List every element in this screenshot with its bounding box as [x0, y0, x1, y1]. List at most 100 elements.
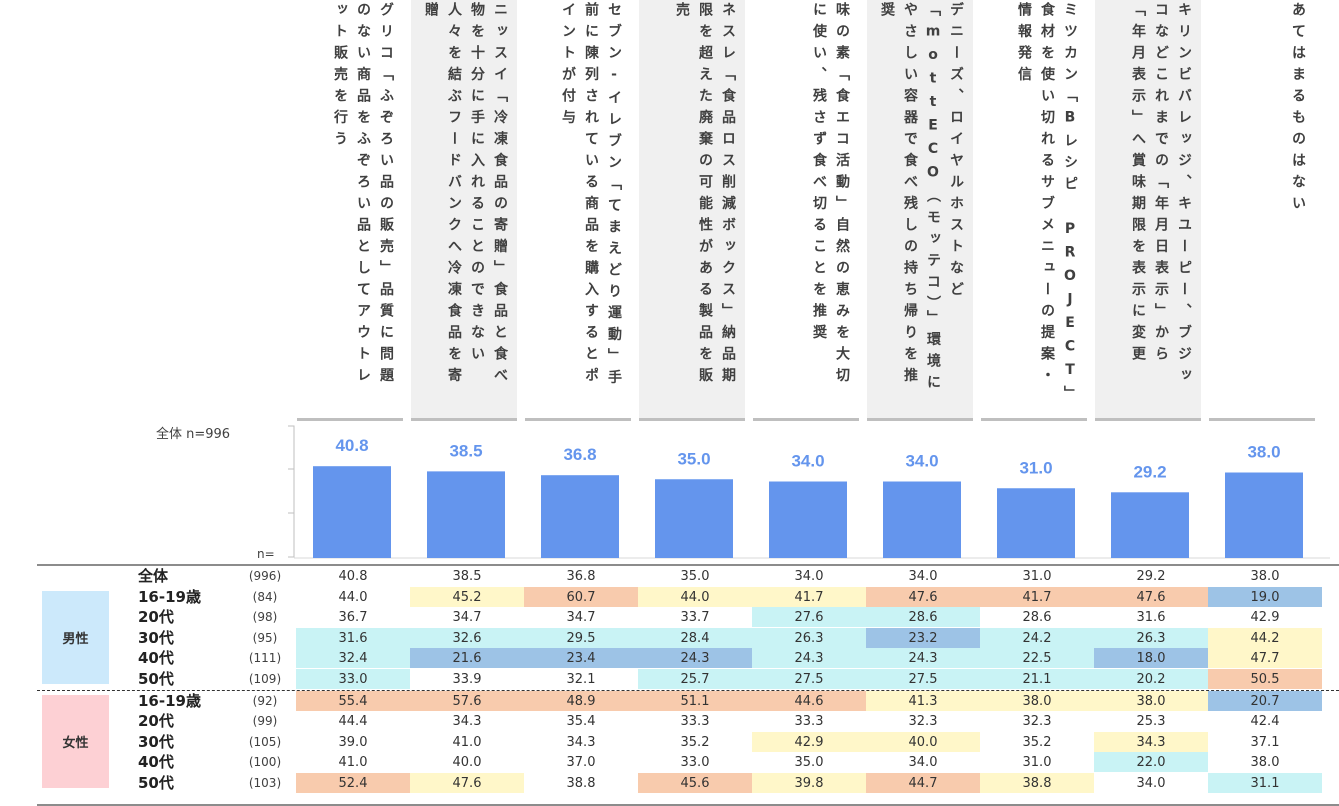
table-cell: 33.7 — [680, 610, 710, 626]
table-cell: 44.7 — [866, 773, 980, 793]
table-cell: 33.3 — [794, 714, 824, 730]
row-label: 50代 — [138, 774, 174, 792]
table-cell: 34.0 — [908, 755, 938, 771]
table-cell: 38.0 — [1250, 755, 1280, 771]
table-cell: 21.6 — [410, 648, 524, 669]
table-cell: 27.5 — [752, 669, 866, 689]
table-cell: 23.2 — [866, 627, 980, 648]
column-header-8: キリンビバレッジ、キユーピー、ブジッコなどこれまでの「年月日表示」から「年月表示… — [1095, 0, 1201, 421]
table-cell: 38.0 — [980, 690, 1094, 711]
table-cell: 24.2 — [980, 627, 1094, 648]
column-header-text: 味の素「食エコ活動」自然の恵みを大切に使い、残さず食べ切ることを推奨 — [811, 2, 850, 389]
table-cell: 44.4 — [338, 714, 368, 730]
table-cell: 31.0 — [1022, 755, 1052, 771]
column-header-text: ニッスイ「冷凍食品の寄贈」食品と食べ物を十分に手に入れることのできない人々を結ぶ… — [423, 2, 508, 389]
table-cell: 31.0 — [1022, 569, 1052, 584]
table-row: 16-19歳 (92) 55.4 57.6 48.9 51.1 44.6 41.3 38.0 38… — [37, 690, 1339, 711]
table-row: 16-19歳 (84) 44.0 45.2 60.7 44.0 41.7 47.6 41.7 47… — [37, 586, 1339, 607]
row-sample-size: (100) — [248, 755, 282, 770]
table-cell: 24.3 — [752, 648, 866, 669]
table-row: 50代 (103) 52.4 47.6 38.8 45.6 39.8 44.7 38.8 34.0… — [37, 773, 1339, 793]
table-cell: 37.0 — [566, 755, 596, 771]
table-cell: 47.6 — [866, 586, 980, 607]
bar-8 — [1111, 492, 1189, 558]
table-cell: 41.7 — [980, 586, 1094, 607]
bar-7 — [997, 488, 1075, 558]
table-cell: 38.5 — [452, 569, 482, 584]
table-cell: 48.9 — [524, 690, 638, 711]
row-sample-size: (95) — [252, 630, 278, 645]
table-cell: 45.6 — [638, 773, 752, 793]
column-headers: グリコ「ふぞろい品の販売」品質に問題のない商品をふぞろい品としてアウトレット販売… — [0, 0, 1339, 425]
table-cell: 41.7 — [752, 586, 866, 607]
table-cell: 35.0 — [680, 569, 710, 584]
bar-value-label-8: 29.2 — [1133, 462, 1166, 481]
table-cell: 41.3 — [866, 690, 980, 711]
table-cell: 24.3 — [866, 648, 980, 669]
table-cell: 26.3 — [1094, 627, 1208, 648]
table-cell: 20.7 — [1208, 690, 1322, 711]
table-cell: 33.0 — [296, 669, 410, 689]
table-cell: 44.0 — [638, 586, 752, 607]
table-cell: 27.6 — [752, 607, 866, 628]
table-cell: 31.1 — [1208, 773, 1322, 793]
table-cell: 32.3 — [1022, 714, 1052, 730]
row-sample-size: (92) — [252, 693, 278, 708]
column-header-1: グリコ「ふぞろい品の販売」品質に問題のない商品をふぞろい品としてアウトレット販売… — [297, 0, 403, 421]
table-cell: 28.6 — [866, 607, 980, 628]
table-cell: 39.0 — [338, 734, 368, 750]
table-cell: 32.4 — [296, 648, 410, 669]
row-label: 50代 — [138, 670, 174, 688]
table-cell: 18.0 — [1094, 648, 1208, 669]
row-label: 30代 — [138, 732, 174, 751]
table-cell: 34.7 — [566, 610, 596, 626]
table-cell: 51.1 — [638, 690, 752, 711]
row-label: 40代 — [138, 753, 174, 772]
table-cell: 24.3 — [638, 648, 752, 669]
table-cell: 40.0 — [452, 755, 482, 771]
row-sample-size: (996) — [248, 569, 282, 583]
table-cell: 19.0 — [1208, 586, 1322, 607]
column-header-text: デニーズ、ロイヤルホストなど「mottECO（モッテコ）」環境にやさしい容器で食… — [879, 2, 964, 396]
table-cell: 57.6 — [410, 690, 524, 711]
column-header-9: あてはまるものはない — [1209, 0, 1315, 421]
bar-9 — [1225, 472, 1303, 558]
table-row: 50代 (109) 33.0 33.9 32.1 25.7 27.5 27.5 21.1 20.2… — [37, 669, 1339, 689]
bar-5 — [769, 481, 847, 558]
table-rule — [37, 803, 1339, 806]
table-cell: 27.5 — [866, 669, 980, 689]
table-cell: 50.5 — [1208, 669, 1322, 689]
table-cell: 42.4 — [1250, 714, 1280, 730]
table-cell: 20.2 — [1094, 669, 1208, 689]
table-cell: 34.3 — [566, 734, 596, 750]
table-row: 40代 (111) 32.4 21.6 23.4 24.3 24.3 24.3 22.5 18.0… — [37, 648, 1339, 669]
table-cell: 22.5 — [980, 648, 1094, 669]
bar-value-label-3: 36.8 — [563, 445, 596, 464]
table-cell: 31.6 — [296, 627, 410, 648]
bar-value-label-4: 35.0 — [677, 449, 710, 468]
table-cell: 32.3 — [908, 714, 938, 730]
table-cell: 32.6 — [410, 627, 524, 648]
row-sample-size: (111) — [248, 651, 282, 666]
row-label: 16-19歳 — [138, 691, 201, 710]
table-cell: 42.9 — [752, 731, 866, 752]
table-cell: 28.6 — [1022, 610, 1052, 626]
table-cell: 34.3 — [452, 714, 482, 730]
table-cell: 37.1 — [1250, 734, 1280, 750]
table-cell: 42.9 — [1250, 610, 1280, 626]
table-cell: 21.1 — [980, 669, 1094, 689]
bar-3 — [541, 475, 619, 558]
row-sample-size: (98) — [252, 610, 278, 625]
bar-chart: 40.8 38.5 36.8 35.0 34.0 34.0 31.0 29.2 38.0 — [288, 425, 1330, 559]
table-cell: 32.1 — [566, 672, 596, 687]
table-cell: 34.7 — [452, 610, 482, 626]
row-label: 40代 — [138, 649, 174, 668]
table-cell: 34.0 — [1136, 776, 1166, 791]
table-cell: 33.9 — [452, 672, 482, 687]
bar-2 — [427, 471, 505, 558]
table-row: 30代 (95) 31.6 32.6 29.5 28.4 26.3 23.2 24.2 26.3 4… — [37, 627, 1339, 648]
table-cell: 36.8 — [566, 569, 596, 584]
bar-value-label-1: 40.8 — [335, 436, 368, 455]
table-cell: 47.6 — [1094, 586, 1208, 607]
row-label: 全体 — [138, 567, 169, 585]
